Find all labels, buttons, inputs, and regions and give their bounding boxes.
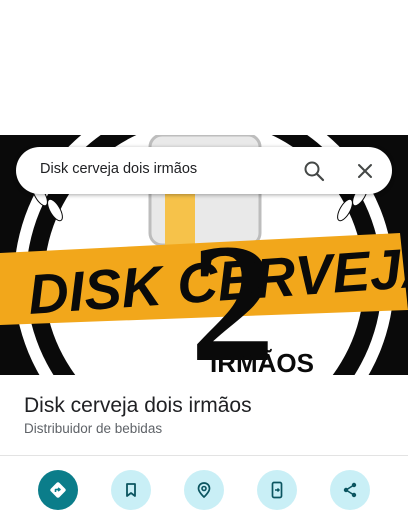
nearby-button[interactable]	[184, 470, 224, 510]
search-bar[interactable]: Disk cerveja dois irmãos	[16, 147, 392, 194]
search-icon[interactable]	[302, 159, 326, 183]
share-button[interactable]	[330, 470, 370, 510]
logo-subtext: IRMÃOS	[210, 348, 314, 375]
bookmark-icon	[126, 483, 136, 497]
directions-icon	[50, 482, 66, 498]
search-input[interactable]: Disk cerveja dois irmãos	[40, 161, 197, 177]
send-to-phone-button[interactable]	[257, 470, 297, 510]
nearby-icon	[197, 482, 211, 499]
place-category: Distribuidor de bebidas	[24, 421, 163, 436]
close-icon[interactable]	[353, 159, 377, 183]
directions-button[interactable]	[38, 470, 78, 510]
share-icon	[343, 482, 357, 498]
place-title: Disk cerveja dois irmãos	[24, 394, 252, 417]
save-button[interactable]	[111, 470, 151, 510]
divider	[0, 455, 408, 456]
send-to-phone-icon	[271, 481, 283, 499]
